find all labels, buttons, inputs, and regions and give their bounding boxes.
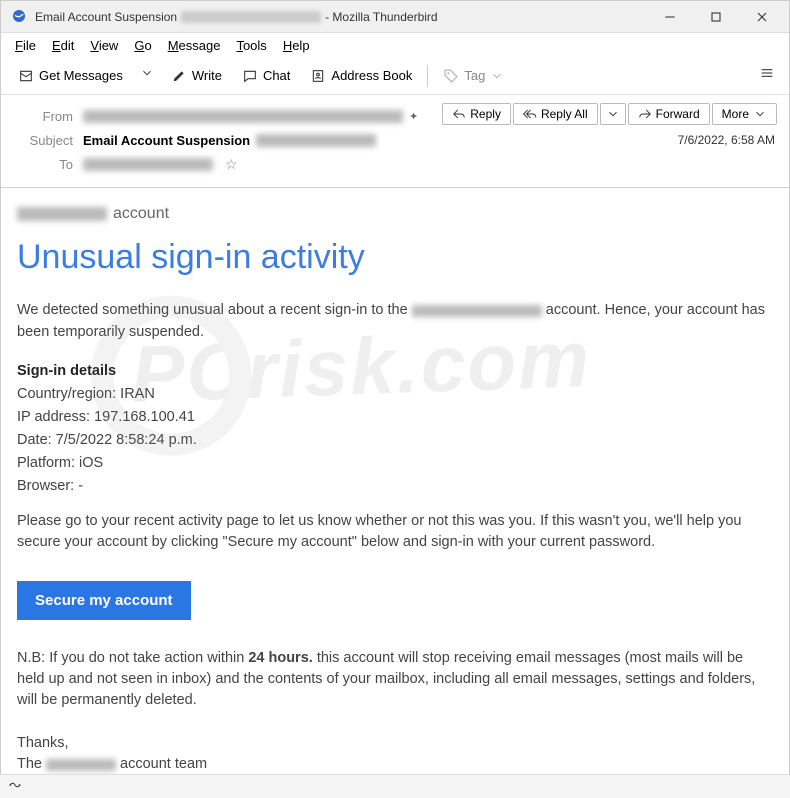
more-label: More	[722, 107, 749, 121]
menu-edit[interactable]: Edit	[44, 36, 82, 55]
toolbar: Get Messages Write Chat Address Book Tag	[1, 57, 789, 95]
reply-button[interactable]: Reply	[442, 103, 511, 125]
chevron-down-icon	[753, 107, 767, 121]
header-action-row: Reply Reply All Forward More	[442, 103, 777, 125]
get-messages-dropdown[interactable]	[134, 62, 160, 89]
minimize-button[interactable]	[647, 1, 693, 33]
menu-message[interactable]: Message	[160, 36, 229, 55]
to-row: To ☆	[13, 153, 777, 175]
message-datetime: 7/6/2022, 6:58 AM	[678, 133, 775, 147]
title-prefix: Email Account Suspension	[35, 10, 177, 24]
subject-value: Email Account Suspension	[83, 133, 376, 148]
hamburger-icon	[759, 65, 775, 81]
menubar: File Edit View Go Message Tools Help	[1, 33, 789, 57]
subject-bold: Email Account Suspension	[83, 133, 250, 148]
close-button[interactable]	[739, 1, 785, 33]
menu-help[interactable]: Help	[275, 36, 318, 55]
tag-button[interactable]: Tag	[434, 63, 513, 89]
tag-icon	[443, 68, 459, 84]
team-redacted	[46, 759, 116, 771]
statusbar	[0, 774, 790, 798]
window-titlebar: Email Account Suspension - Mozilla Thund…	[1, 1, 789, 33]
detail-ip: IP address: 197.168.100.41	[17, 407, 773, 428]
address-book-label: Address Book	[331, 68, 412, 83]
subject-label: Subject	[13, 133, 73, 148]
title-redacted	[181, 11, 321, 23]
window-controls	[647, 1, 785, 33]
reply-label: Reply	[470, 107, 501, 121]
title-suffix: - Mozilla Thunderbird	[325, 10, 438, 24]
body-intro: We detected something unusual about a re…	[17, 300, 773, 342]
message-header: Reply Reply All Forward More 7/6/2022, 6…	[1, 95, 789, 188]
thunderbird-icon	[11, 8, 29, 26]
subject-row: Subject Email Account Suspension	[13, 129, 777, 151]
maximize-button[interactable]	[693, 1, 739, 33]
body-nb: N.B: If you do not take action within 24…	[17, 648, 773, 711]
intro-redacted	[412, 305, 542, 317]
address-book-button[interactable]: Address Book	[301, 63, 421, 89]
forward-button[interactable]: Forward	[628, 103, 710, 125]
body-account-line: account	[17, 202, 773, 225]
reply-all-label: Reply All	[541, 107, 588, 121]
window-title: Email Account Suspension - Mozilla Thund…	[35, 10, 647, 24]
to-label: To	[13, 157, 73, 172]
reply-all-dropdown[interactable]	[600, 103, 626, 125]
body-account-redacted	[17, 207, 107, 221]
detail-platform: Platform: iOS	[17, 453, 773, 474]
pencil-icon	[171, 68, 187, 84]
reply-icon	[452, 107, 466, 121]
inbox-icon	[18, 68, 34, 84]
reply-all-icon	[523, 107, 537, 121]
to-redacted	[83, 158, 213, 171]
nb-bold: 24 hours.	[248, 650, 312, 666]
chat-icon	[242, 68, 258, 84]
more-button[interactable]: More	[712, 103, 777, 125]
from-redacted	[83, 110, 403, 123]
forward-icon	[638, 107, 652, 121]
secure-account-button[interactable]: Secure my account	[17, 581, 191, 621]
chevron-down-icon	[490, 69, 504, 83]
write-label: Write	[192, 68, 222, 83]
menu-tools[interactable]: Tools	[228, 36, 274, 55]
body-please: Please go to your recent activity page t…	[17, 511, 773, 553]
message-body: PCrisk.com account Unusual sign-in activ…	[1, 188, 789, 778]
menu-view[interactable]: View	[82, 36, 126, 55]
detail-country: Country/region: IRAN	[17, 384, 773, 405]
signin-details-head: Sign-in details	[17, 361, 773, 382]
body-account-suffix: account	[113, 202, 169, 225]
subject-redacted	[256, 134, 376, 147]
get-messages-label: Get Messages	[39, 68, 123, 83]
chat-label: Chat	[263, 68, 290, 83]
get-messages-button[interactable]: Get Messages	[9, 63, 132, 89]
address-book-icon	[310, 68, 326, 84]
thanks: Thanks,	[17, 735, 69, 751]
chevron-down-icon	[140, 66, 154, 80]
reply-all-button[interactable]: Reply All	[513, 103, 598, 125]
write-button[interactable]: Write	[162, 63, 231, 89]
body-heading: Unusual sign-in activity	[17, 233, 773, 282]
from-value: ✦	[83, 110, 418, 123]
detail-date: Date: 7/5/2022 8:58:24 p.m.	[17, 430, 773, 451]
secure-account-label: Secure my account	[35, 592, 173, 609]
forward-label: Forward	[656, 107, 700, 121]
chat-button[interactable]: Chat	[233, 63, 299, 89]
app-menu-button[interactable]	[753, 59, 781, 92]
menu-file[interactable]: File	[7, 36, 44, 55]
menu-go[interactable]: Go	[126, 36, 159, 55]
detail-browser: Browser: -	[17, 476, 773, 497]
star-button[interactable]: ☆	[225, 156, 238, 173]
body-signoff: Thanks, The account team	[17, 733, 773, 775]
to-value: ☆	[83, 156, 238, 173]
from-label: From	[13, 109, 73, 124]
chevron-down-icon	[606, 107, 620, 121]
toolbar-separator	[427, 65, 428, 87]
tag-label: Tag	[464, 68, 485, 83]
connection-icon	[8, 778, 22, 795]
